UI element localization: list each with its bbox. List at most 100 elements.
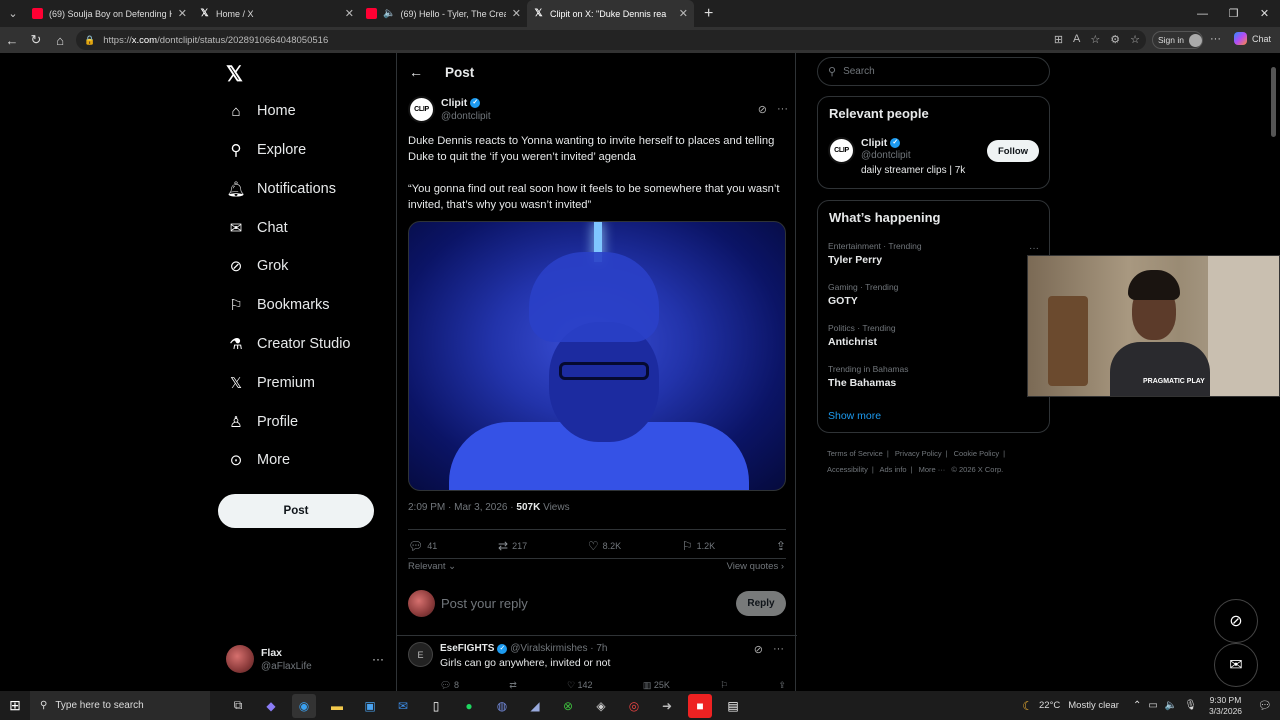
view-quotes-link[interactable]: View quotes ›	[727, 561, 784, 572]
reply-action[interactable]: 💬︎ 41	[408, 539, 437, 553]
account-switcher[interactable]: Flax @aFlaxLife ···	[226, 645, 384, 673]
home-browser-icon[interactable]: ⌂	[48, 33, 72, 48]
page-scrollbar[interactable]	[1268, 53, 1278, 691]
author-avatar[interactable]: CLIP	[408, 96, 435, 123]
obs-icon[interactable]: ◎	[622, 694, 646, 718]
grok-icon[interactable]: ⊘	[758, 103, 767, 116]
trend-item[interactable]: Politics · Trending Antichrist	[828, 323, 896, 348]
bookmark-action[interactable]: ⚐ 1.2K	[682, 539, 715, 553]
follow-button[interactable]: Follow	[987, 140, 1039, 162]
more-icon[interactable]: ···	[777, 103, 788, 116]
reply-repost-action[interactable]: ⇄	[509, 680, 517, 691]
document-icon[interactable]: ▯	[424, 694, 448, 718]
browser-menu-icon[interactable]: ···	[1210, 33, 1221, 45]
reply-like-action[interactable]: ♡ 142	[567, 680, 593, 691]
bookmark-icon[interactable]: ⚐	[720, 680, 728, 691]
post-button[interactable]: Post	[218, 494, 374, 528]
favorite-star-icon[interactable]: ☆	[1090, 33, 1100, 46]
like-action[interactable]: ♡ 8.2K	[588, 539, 621, 553]
refresh-icon[interactable]: ↻	[24, 32, 48, 48]
browser-tab[interactable]: 🔈 (69) Hello - Tyler, The Creator ✕	[360, 0, 527, 27]
footer-link[interactable]: Privacy Policy	[895, 449, 942, 458]
post-timestamp[interactable]: 2:09 PM · Mar 3, 2026 ·	[408, 502, 516, 513]
back-arrow-icon[interactable]: ←	[409, 64, 423, 80]
nav-item-explore[interactable]: ⚲ Explore	[228, 138, 307, 162]
nav-item-bookmarks[interactable]: ⚐ Bookmarks	[228, 293, 329, 317]
close-tab-icon[interactable]: ✕	[345, 7, 354, 20]
speaker-icon[interactable]: 🔈	[383, 8, 395, 19]
reply-author-name[interactable]: EseFIGHTS	[440, 643, 494, 654]
mic-icon[interactable]: 🎙︎	[1184, 700, 1197, 711]
reply-avatar[interactable]: E	[408, 642, 433, 667]
footer-link[interactable]: Cookie Policy	[954, 449, 999, 458]
nav-item-notifications[interactable]: 🔔︎ Notifications	[226, 177, 336, 201]
chevron-up-icon[interactable]: ⌃	[1133, 700, 1141, 711]
weather-widget[interactable]: ☾ 22°C Mostly clear	[1022, 699, 1119, 713]
xbox-icon[interactable]: ⊗	[556, 694, 580, 718]
messages-fab-button[interactable]: ✉	[1214, 643, 1258, 687]
favorites-icon[interactable]: ☆	[1130, 33, 1140, 46]
footer-link[interactable]: Ads info	[879, 465, 906, 474]
close-tab-icon[interactable]: ✕	[178, 7, 187, 20]
trend-item[interactable]: Trending in Bahamas The Bahamas	[828, 364, 908, 389]
spotify-icon[interactable]: ●	[457, 694, 481, 718]
file-explorer-icon[interactable]: ▬	[325, 694, 349, 718]
close-window-icon[interactable]: ✕	[1249, 0, 1280, 27]
new-tab-icon[interactable]: +	[704, 5, 713, 23]
close-tab-icon[interactable]: ✕	[512, 7, 521, 20]
tab-actions-icon[interactable]: ⌄	[0, 0, 26, 27]
app-icon[interactable]: ◈	[589, 694, 613, 718]
nav-item-chat[interactable]: ✉ Chat	[228, 216, 288, 240]
network-icon[interactable]: ▭	[1148, 700, 1157, 711]
footer-link[interactable]: Terms of Service	[827, 449, 883, 458]
windows-start-icon[interactable]: ⊞	[0, 697, 30, 714]
browser-tab[interactable]: 𝕏 Home / X ✕	[193, 0, 360, 27]
x-logo-icon[interactable]: 𝕏	[226, 62, 243, 87]
nav-item-premium[interactable]: 𝕏 Premium	[228, 371, 315, 395]
record-icon[interactable]: ■	[688, 693, 712, 718]
repost-action[interactable]: ⇄ 217	[498, 539, 527, 553]
app-icon[interactable]: ⊞	[1054, 33, 1063, 46]
more-icon[interactable]: ···	[1029, 243, 1039, 254]
sign-in-button[interactable]: Sign in	[1152, 31, 1203, 49]
copilot-icon[interactable]: ◆	[259, 694, 283, 718]
back-icon[interactable]: ←	[0, 33, 24, 48]
nav-item-profile[interactable]: ♙ Profile	[228, 410, 298, 434]
more-icon[interactable]: ···	[372, 652, 384, 666]
trend-item[interactable]: Gaming · Trending GOTY	[828, 282, 898, 307]
epic-games-icon[interactable]: ▤	[721, 694, 745, 718]
volume-icon[interactable]: 🔈	[1165, 700, 1177, 711]
edge-icon[interactable]: ◉	[292, 693, 316, 718]
share-icon[interactable]: ⇪	[778, 680, 786, 691]
app-icon[interactable]: ◢	[523, 694, 547, 718]
mail-app-icon[interactable]: ✉	[391, 694, 415, 718]
reply-button[interactable]: Reply	[736, 590, 786, 616]
nav-item-more[interactable]: ⊙ More	[228, 448, 290, 472]
browser-tab[interactable]: (69) Soulja Boy on Defending Him ✕	[26, 0, 193, 27]
maximize-icon[interactable]: ❐	[1218, 0, 1249, 27]
video-player[interactable]	[408, 221, 786, 491]
grok-fab-button[interactable]: ⊘	[1214, 599, 1258, 643]
scrollbar-thumb[interactable]	[1271, 67, 1276, 137]
reply-reply-action[interactable]: 💬︎ 8	[440, 680, 459, 691]
minimize-icon[interactable]: —	[1187, 0, 1218, 27]
search-input[interactable]: ⚲ Search	[817, 57, 1050, 86]
share-action[interactable]: ⇪	[776, 539, 786, 553]
reply-views[interactable]: ▥ 25K	[643, 680, 670, 691]
close-tab-icon[interactable]: ✕	[679, 7, 688, 20]
footer-link[interactable]: More ···	[919, 465, 946, 474]
taskbar-clock[interactable]: 9:30 PM 3/3/2026	[1209, 695, 1242, 717]
copilot-chat-button[interactable]: Chat	[1234, 32, 1271, 45]
extensions-icon[interactable]: ⚙	[1110, 33, 1120, 46]
more-icon[interactable]: ···	[773, 643, 784, 656]
lock-icon[interactable]: 🔒	[84, 35, 95, 46]
discord-icon[interactable]: ◍	[490, 694, 514, 718]
footer-link[interactable]: Accessibility	[827, 465, 868, 474]
browser-tab-active[interactable]: 𝕏 Clipit on X: "Duke Dennis rea ✕	[527, 0, 694, 27]
nav-item-home[interactable]: ⌂ Home	[228, 99, 295, 123]
app-icon[interactable]: ➜	[655, 694, 679, 718]
sort-dropdown[interactable]: Relevant ⌄	[408, 561, 456, 572]
show-more-link[interactable]: Show more	[828, 410, 881, 422]
reply-input[interactable]: Post your reply	[441, 596, 528, 611]
notification-icon[interactable]: 💬︎	[1258, 699, 1272, 712]
